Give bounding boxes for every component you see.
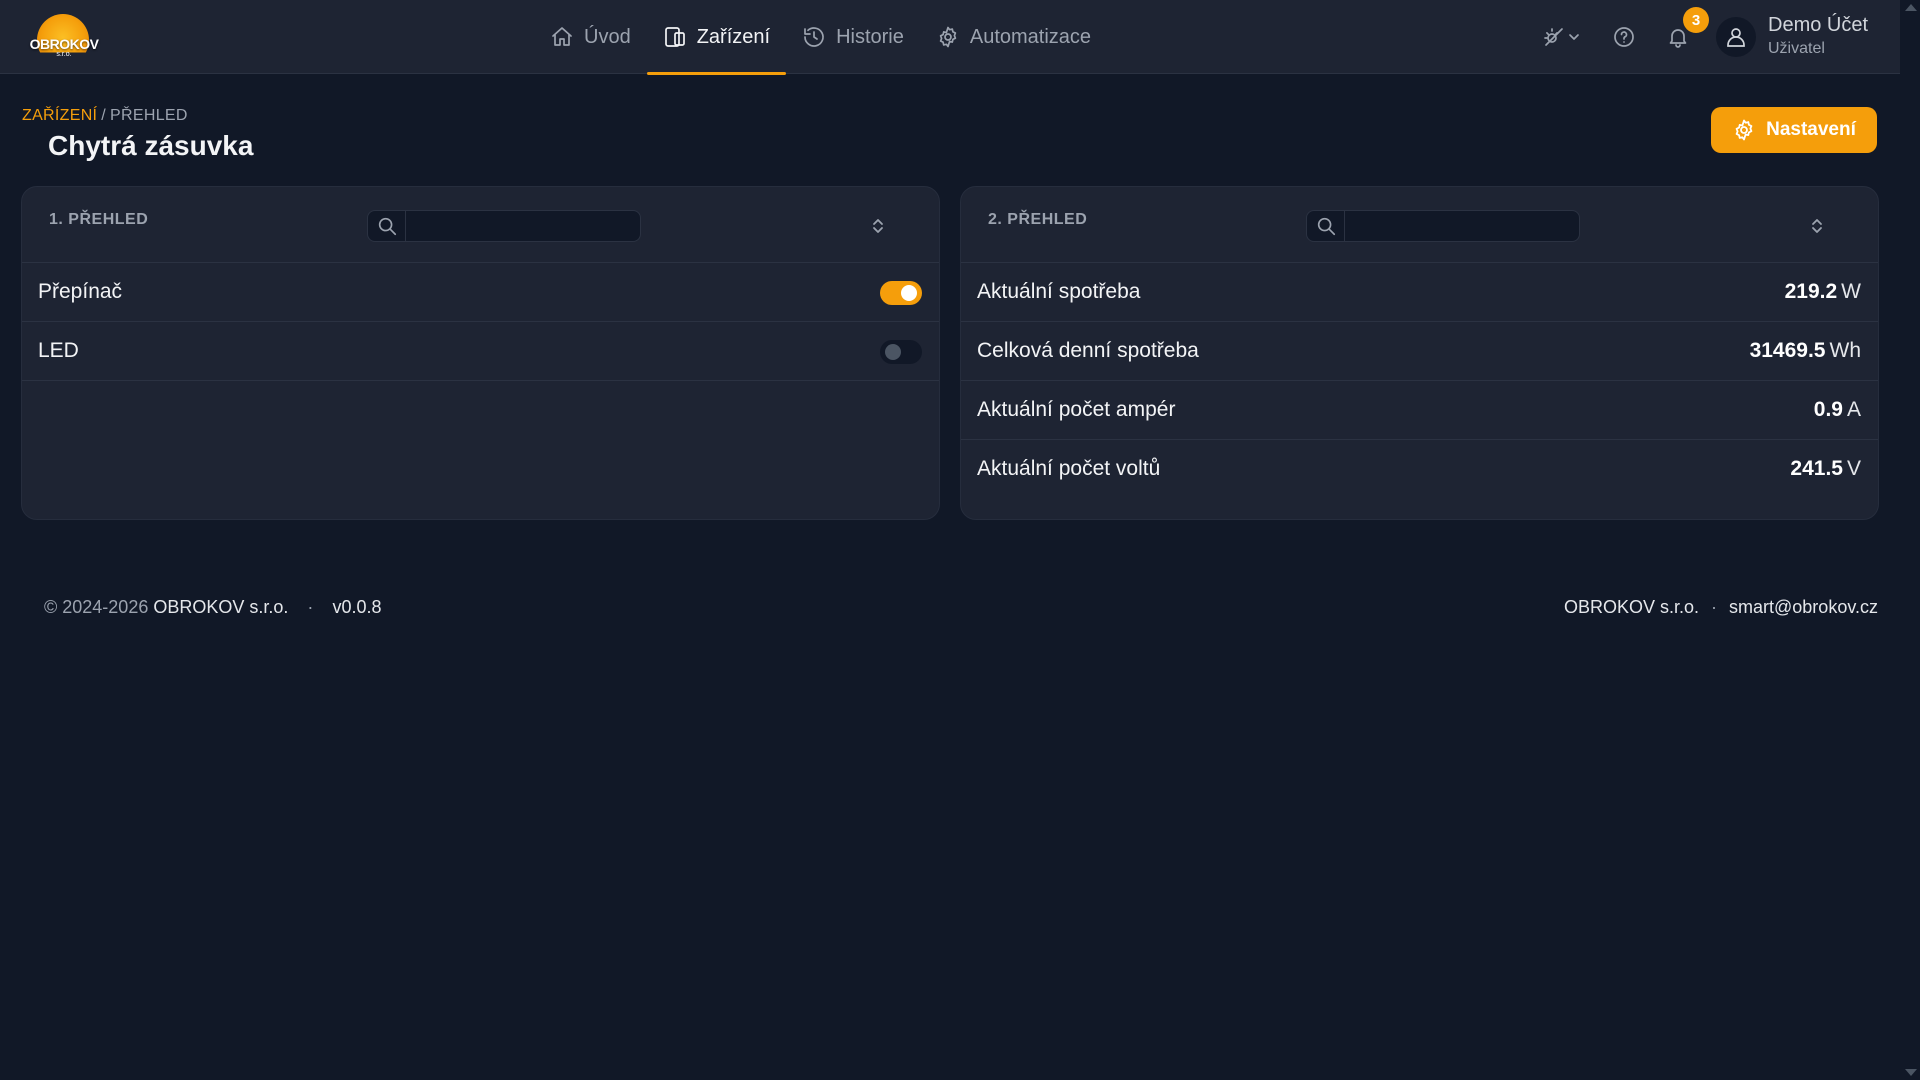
metric-value: 241.5 V [1790, 457, 1861, 481]
user-name[interactable]: Demo Účet [1768, 14, 1868, 37]
user-avatar[interactable] [1716, 17, 1756, 57]
overview-panel-1: 1. PŘEHLED Přepínač LED [21, 186, 940, 520]
sort-button[interactable] [869, 215, 887, 237]
metric-number: 219.2 [1784, 280, 1838, 303]
nav-item-label: Automatizace [969, 25, 1092, 48]
logo-subtext: s.r.o. [56, 51, 72, 58]
app-page: OBROKOV s.r.o. Úvod Zařízení Historie Au… [0, 0, 1920, 1080]
home-icon [552, 27, 572, 46]
user-icon [1727, 28, 1745, 47]
panel-header: 1. PŘEHLED [22, 187, 939, 263]
gear-icon [939, 26, 957, 48]
sort-icon [1812, 219, 1822, 233]
settings-button-label: Nastavení [1766, 119, 1856, 140]
page-title: Chytrá zásuvka [48, 130, 254, 161]
search-input[interactable] [408, 211, 638, 241]
footer-right: OBROKOV s.r.o. · smart@obrokov.cz [1564, 597, 1878, 618]
copyright-text: © 2024-2026 [44, 597, 149, 617]
metric-number: 0.9 [1813, 398, 1843, 421]
settings-button[interactable]: Nastavení [1711, 107, 1877, 153]
sort-icon [873, 219, 883, 233]
scroll-up-arrow-icon[interactable] [1905, 4, 1917, 11]
panel-title: 1. PŘEHLED [49, 211, 149, 228]
nav-item-label: Zařízení [696, 25, 771, 48]
gear-icon [1735, 119, 1753, 141]
nav-item-label: Historie [836, 25, 904, 48]
footer-left: © 2024-2026 OBROKOV s.r.o. · v0.0.8 [44, 597, 381, 618]
control-label: LED [38, 339, 79, 362]
metric-value: 0.9 A [1814, 398, 1861, 422]
logo-text: OBROKOV [29, 36, 99, 52]
search-icon [368, 211, 406, 241]
footer-brand-link[interactable]: OBROKOV s.r.o. [153, 597, 288, 617]
metric-unit: V [1846, 457, 1861, 480]
version-text: v0.0.8 [332, 597, 382, 617]
breadcrumb-current: PŘEHLED [110, 107, 188, 124]
switch-toggle[interactable] [880, 281, 922, 305]
control-row-led: LED [22, 322, 939, 381]
metric-row-current-volts: Aktuální počet voltů 241.5 V [961, 440, 1878, 499]
page-scrollbar[interactable] [1900, 0, 1920, 1080]
metric-row-current-power: Aktuální spotřeba 219.2 W [961, 263, 1878, 322]
overview-panel-2: 2. PŘEHLED Aktuální spotřeba 219.2 W Celk… [960, 186, 1879, 520]
metric-label: Celková denní spotřeba [977, 339, 1199, 362]
led-toggle[interactable] [880, 340, 922, 364]
metric-row-daily-energy: Celková denní spotřeba 31469.5 Wh [961, 322, 1878, 381]
footer-email-link[interactable]: smart@obrokov.cz [1729, 597, 1878, 617]
metric-number: 241.5 [1790, 457, 1843, 480]
metric-label: Aktuální počet ampér [977, 398, 1176, 421]
metric-value: 31469.5 Wh [1750, 339, 1861, 363]
main-nav: Úvod Zařízení Historie Automatizace [534, 0, 1107, 75]
footer-separator: · [1711, 597, 1718, 617]
notification-badge: 3 [1683, 7, 1709, 33]
top-bar: OBROKOV s.r.o. Úvod Zařízení Historie Au… [0, 0, 1900, 75]
metric-unit: Wh [1829, 339, 1862, 362]
control-label: Přepínač [38, 280, 123, 303]
search-input[interactable] [1347, 211, 1577, 241]
breadcrumb-separator: / [101, 107, 107, 124]
devices-icon [664, 27, 685, 47]
company-logo[interactable]: OBROKOV s.r.o. [26, 12, 102, 62]
metric-number: 31469.5 [1749, 339, 1826, 362]
toggle-knob [885, 344, 901, 360]
metric-row-current-amps: Aktuální počet ampér 0.9 A [961, 381, 1878, 440]
theme-icon [1544, 28, 1563, 46]
panel-title: 2. PŘEHLED [988, 211, 1088, 228]
panel-search [367, 210, 641, 242]
sort-button[interactable] [1808, 215, 1826, 237]
panel-search [1306, 210, 1580, 242]
nav-item-devices[interactable]: Zařízení [646, 0, 787, 75]
metric-label: Aktuální spotřeba [977, 280, 1141, 303]
scroll-down-arrow-icon[interactable] [1905, 1069, 1917, 1076]
metric-label: Aktuální počet voltů [977, 457, 1161, 480]
control-row-switch: Přepínač [22, 263, 939, 322]
nav-item-history[interactable]: Historie [786, 0, 920, 74]
breadcrumb: ZAŘÍZENÍ / PŘEHLED [22, 107, 188, 125]
user-role: Uživatel [1768, 40, 1825, 57]
help-button[interactable] [1609, 22, 1639, 52]
metric-unit: A [1846, 398, 1861, 421]
nav-item-home[interactable]: Úvod [534, 0, 647, 74]
theme-toggle-button[interactable] [1537, 22, 1585, 52]
history-icon [804, 27, 824, 47]
chevron-down-icon [1569, 34, 1579, 40]
breadcrumb-link-devices[interactable]: ZAŘÍZENÍ [22, 107, 97, 124]
nav-item-automation[interactable]: Automatizace [920, 0, 1107, 74]
footer-company-link[interactable]: OBROKOV s.r.o. [1564, 597, 1699, 617]
help-icon [1614, 27, 1634, 47]
metric-value: 219.2 W [1785, 280, 1861, 304]
panel-header: 2. PŘEHLED [961, 187, 1878, 263]
footer-separator: · [307, 597, 314, 617]
metric-unit: W [1841, 280, 1861, 303]
toggle-knob [901, 285, 917, 301]
search-icon [1307, 211, 1345, 241]
nav-item-label: Úvod [584, 25, 631, 48]
